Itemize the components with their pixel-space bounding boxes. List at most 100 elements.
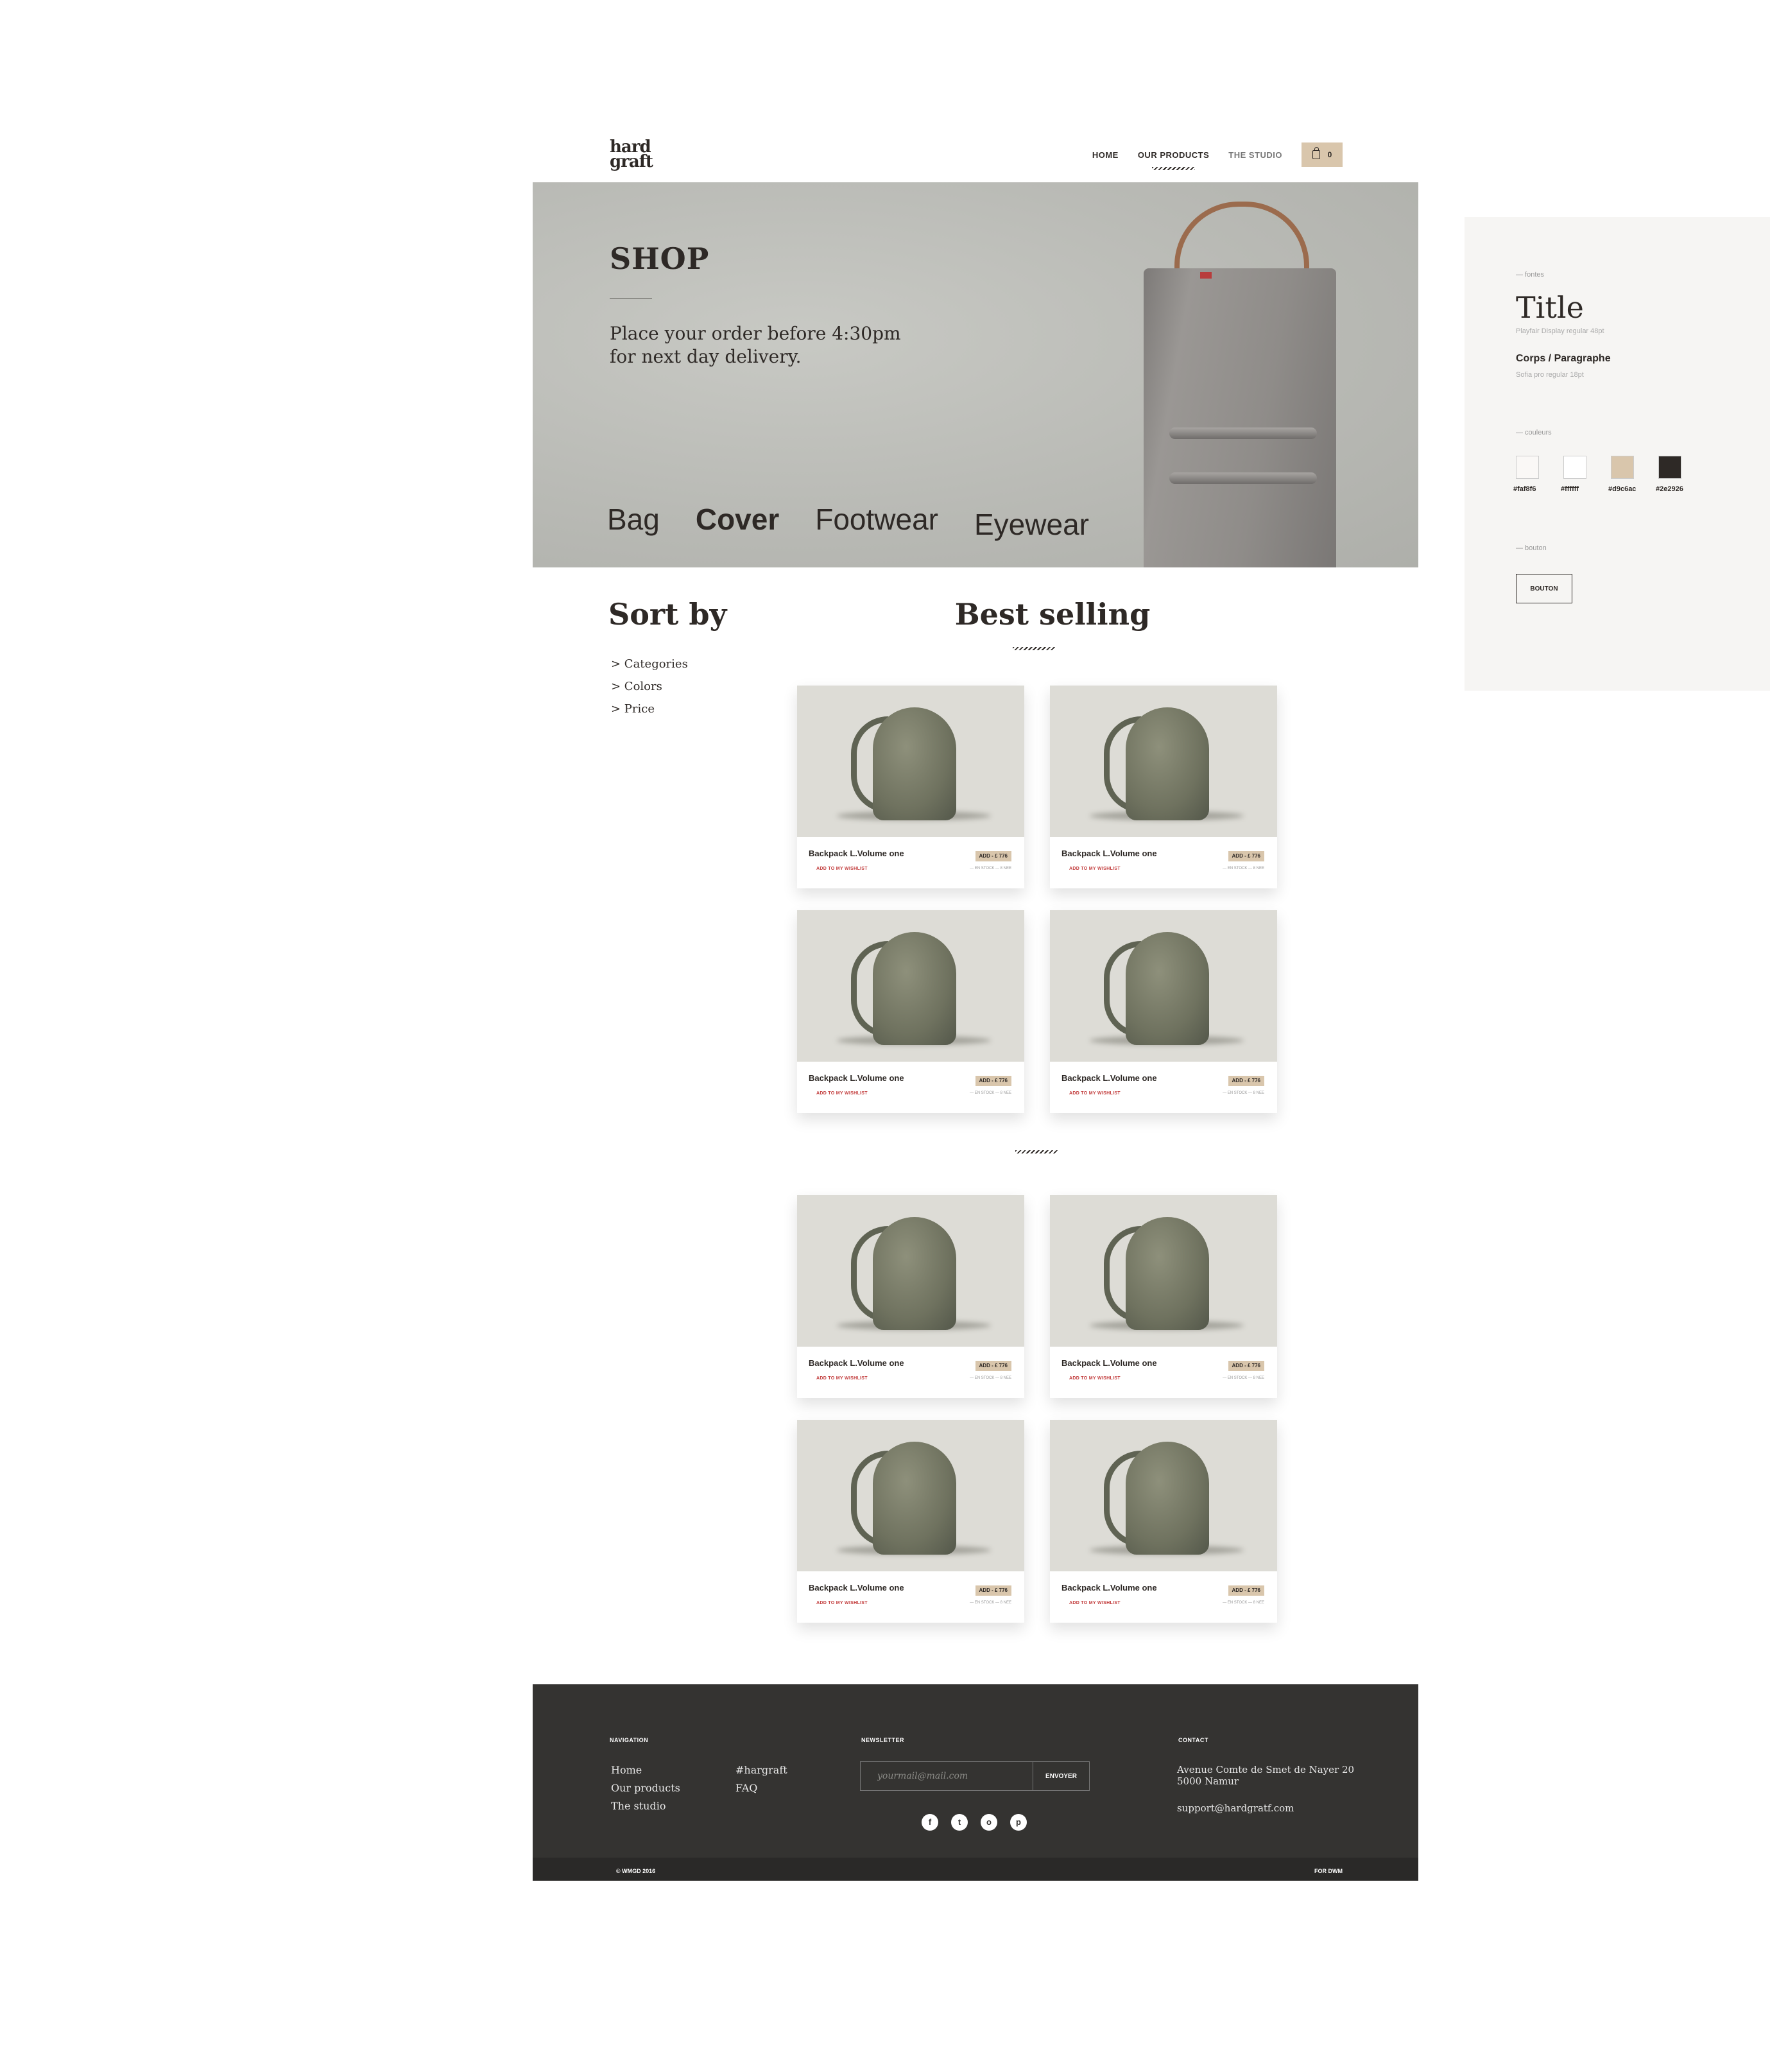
product-card[interactable]: Backpack L.Volume one ADD TO MY WISHLIST A… [797, 1195, 1024, 1398]
add-to-wishlist-link[interactable]: ADD TO MY WISHLIST [1069, 1091, 1121, 1096]
hero-banner: SHOP Place your order before 4:30pm for … [533, 182, 1418, 567]
add-to-cart-button[interactable]: ADD - £ 776 [975, 1361, 1011, 1371]
add-to-wishlist-link[interactable]: ADD TO MY WISHLIST [816, 1601, 868, 1605]
stock-status: — EN STOCK — 8 NEE [1223, 1091, 1264, 1095]
add-to-cart-button[interactable]: ADD - £ 776 [975, 1076, 1011, 1086]
stock-status: — EN STOCK — 8 NEE [1223, 867, 1264, 870]
sort-title: Sort by [608, 597, 727, 632]
footer-nav-heading: NAVIGATION [610, 1737, 649, 1743]
product-card[interactable]: Backpack L.Volume one ADD TO MY WISHLIST A… [1050, 686, 1277, 888]
add-to-cart-button[interactable]: ADD - £ 776 [1228, 1361, 1264, 1371]
copyright: © WMGD 2016 [616, 1868, 656, 1874]
product-name: Backpack L.Volume one [809, 1583, 904, 1593]
product-card[interactable]: Backpack L.Volume one ADD TO MY WISHLIST A… [797, 686, 1024, 888]
footer-link-hashtag[interactable]: #hargraft [735, 1764, 787, 1776]
footer-link-faq[interactable]: FAQ [735, 1782, 757, 1794]
section-title: Best selling [954, 597, 1151, 632]
add-to-cart-button[interactable]: ADD - £ 776 [1228, 851, 1264, 861]
color-swatch-label: #2e2926 [1656, 485, 1683, 493]
product-name: Backpack L.Volume one [809, 849, 904, 858]
category-tab-bag[interactable]: Bag [607, 502, 660, 542]
logo[interactable]: hard graft [610, 139, 661, 171]
newsletter-submit-button[interactable]: ENVOYER [1033, 1761, 1090, 1791]
product-name: Backpack L.Volume one [1061, 1583, 1157, 1593]
footer-link-the-studio[interactable]: The studio [611, 1800, 666, 1812]
add-to-wishlist-link[interactable]: ADD TO MY WISHLIST [1069, 1376, 1121, 1381]
add-to-wishlist-link[interactable]: ADD TO MY WISHLIST [816, 867, 868, 871]
hero-title: SHOP [610, 241, 710, 276]
product-image [1050, 910, 1277, 1062]
contact-heading: CONTACT [1178, 1737, 1208, 1743]
contact-address-line-2: 5000 Namur [1177, 1775, 1239, 1787]
stock-status: — EN STOCK — 8 NEE [970, 1376, 1011, 1380]
product-image [797, 686, 1024, 837]
colors-label: — couleurs [1516, 429, 1552, 436]
title-spec: Playfair Display regular 48pt [1516, 327, 1604, 335]
color-swatch [1611, 456, 1634, 479]
color-swatch-label: #ffffff [1561, 485, 1579, 493]
product-name: Backpack L.Volume one [809, 1358, 904, 1368]
add-to-wishlist-link[interactable]: ADD TO MY WISHLIST [1069, 1601, 1121, 1605]
section-divider [1015, 1150, 1058, 1153]
product-card[interactable]: Backpack L.Volume one ADD TO MY WISHLIST A… [1050, 1195, 1277, 1398]
product-card[interactable]: Backpack L.Volume one ADD TO MY WISHLIST A… [1050, 1420, 1277, 1623]
title-sample: Title [1516, 290, 1584, 325]
nav-the-studio[interactable]: THE STUDIO [1228, 150, 1282, 160]
pinterest-icon[interactable]: p [1010, 1814, 1027, 1831]
contact-address-line-1: Avenue Comte de Smet de Nayer 20 [1177, 1764, 1355, 1775]
product-image [1050, 686, 1277, 837]
category-tab-cover[interactable]: Cover [696, 502, 779, 542]
twitter-icon[interactable]: t [951, 1814, 968, 1831]
product-card[interactable]: Backpack L.Volume one ADD TO MY WISHLIST A… [797, 1420, 1024, 1623]
color-swatch [1658, 456, 1681, 479]
add-to-cart-button[interactable]: ADD - £ 776 [1228, 1585, 1264, 1596]
add-to-wishlist-link[interactable]: ADD TO MY WISHLIST [816, 1376, 868, 1381]
logo-line-2: graft [610, 152, 653, 171]
product-image [797, 910, 1024, 1062]
main-nav: HOME OUR PRODUCTS THE STUDIO 0 [1092, 142, 1343, 170]
backpack-shape [1126, 1442, 1209, 1555]
backpack-shape [1126, 932, 1209, 1045]
hero-text: Place your order before 4:30pm for next … [610, 323, 901, 367]
category-tab-footwear[interactable]: Footwear [815, 502, 938, 542]
sort-price[interactable]: > Price [611, 702, 688, 716]
stock-status: — EN STOCK — 8 NEE [970, 1091, 1011, 1095]
instagram-icon[interactable]: o [981, 1814, 997, 1831]
newsletter-heading: NEWSLETTER [861, 1737, 904, 1743]
add-to-wishlist-link[interactable]: ADD TO MY WISHLIST [816, 1091, 868, 1096]
add-to-cart-button[interactable]: ADD - £ 776 [975, 851, 1011, 861]
body-spec: Sofia pro regular 18pt [1516, 371, 1584, 379]
sort-categories[interactable]: > Categories [611, 657, 688, 671]
backpack-shape [873, 707, 956, 820]
product-card[interactable]: Backpack L.Volume one ADD TO MY WISHLIST A… [797, 910, 1024, 1113]
footer-link-our-products[interactable]: Our products [611, 1782, 680, 1794]
product-image [797, 1195, 1024, 1347]
category-tab-eyewear[interactable]: Eyewear [974, 507, 1089, 542]
nav-home[interactable]: HOME [1092, 150, 1119, 160]
contact-email-link[interactable]: support@hardgratf.com [1177, 1802, 1294, 1814]
sort-list: > Categories > Colors > Price [611, 657, 688, 725]
add-to-cart-button[interactable]: ADD - £ 776 [975, 1585, 1011, 1596]
styleguide-panel: — fontes Title Playfair Display regular … [1465, 217, 1770, 691]
sample-button[interactable]: BOUTON [1516, 574, 1572, 603]
sort-colors[interactable]: > Colors [611, 680, 688, 693]
add-to-wishlist-link[interactable]: ADD TO MY WISHLIST [1069, 867, 1121, 871]
category-tabs: Bag Cover Footwear Eyewear [607, 502, 1125, 542]
color-swatch-label: #faf8f6 [1513, 485, 1536, 493]
cart-count: 0 [1327, 150, 1332, 159]
backpack-shape [873, 1442, 956, 1555]
add-to-cart-button[interactable]: ADD - £ 776 [1228, 1076, 1264, 1086]
cart-button[interactable]: 0 [1302, 142, 1343, 167]
hero-bag-strap [1169, 472, 1317, 484]
product-card[interactable]: Backpack L.Volume one ADD TO MY WISHLIST A… [1050, 910, 1277, 1113]
newsletter-email-input[interactable] [860, 1761, 1033, 1791]
title-ornament [1013, 647, 1055, 650]
hero-bag-strap [1169, 427, 1317, 439]
facebook-icon[interactable]: f [922, 1814, 938, 1831]
stock-status: — EN STOCK — 8 NEE [1223, 1376, 1264, 1380]
footer-bottom-bar: © WMGD 2016 FOR DWM [533, 1858, 1418, 1881]
hero-divider [610, 298, 652, 299]
nav-our-products[interactable]: OUR PRODUCTS [1138, 150, 1209, 170]
stock-status: — EN STOCK — 8 NEE [970, 1601, 1011, 1605]
footer-link-home[interactable]: Home [611, 1764, 642, 1776]
